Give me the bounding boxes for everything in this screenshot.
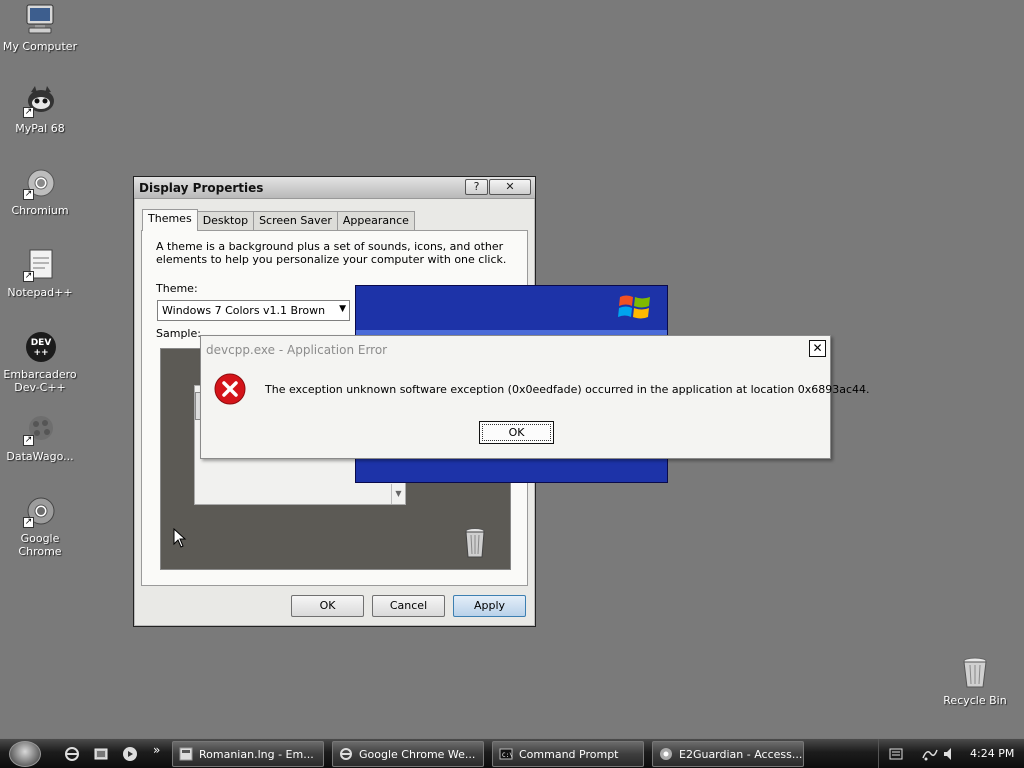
desktop-icon-my-computer[interactable]: My Computer: [1, 2, 79, 53]
taskbar-button-label: E2Guardian - Access...: [679, 747, 803, 761]
theme-label: Theme:: [156, 282, 198, 295]
svg-text:++: ++: [33, 348, 48, 358]
shortcut-arrow-icon: ↗: [23, 189, 34, 200]
tab-screen-saver[interactable]: Screen Saver: [253, 211, 338, 230]
desktop-icon-label: Google Chrome: [18, 532, 62, 558]
desktop-icon-label: Embarcadero Dev-C++: [3, 368, 77, 394]
start-button[interactable]: [9, 741, 41, 767]
application-error-dialog: devcpp.exe - Application Error ✕ The exc…: [200, 335, 870, 459]
theme-dropdown[interactable]: Windows 7 Colors v1.1 Brown ▼: [157, 300, 350, 321]
help-button[interactable]: ?: [465, 179, 488, 195]
desktop-icon-label: Recycle Bin: [943, 694, 1007, 707]
network-icon[interactable]: [921, 746, 939, 762]
tab-appearance[interactable]: Appearance: [336, 211, 415, 230]
desktop-icon-chromium[interactable]: ↗ Chromium: [1, 166, 79, 217]
tab-themes[interactable]: Themes: [142, 209, 198, 231]
desktop-icon-devcpp[interactable]: DEV ++ Embarcadero Dev-C++: [1, 330, 79, 394]
command-prompt-icon: C:\: [499, 748, 513, 760]
taskbar-button-label: Romanian.lng - Em...: [199, 747, 314, 761]
error-message: The exception unknown software exception…: [265, 383, 870, 396]
sample-recycle-bin-icon: [465, 528, 485, 558]
sample-label: Sample:: [156, 327, 201, 340]
show-desktop-icon[interactable]: [93, 746, 109, 762]
taskbar-button-chrome[interactable]: Google Chrome We...: [332, 741, 484, 767]
shortcut-arrow-icon: ↗: [23, 517, 34, 528]
desktop-icon-label: DataWago...: [6, 450, 74, 463]
desktop-icon-label: My Computer: [2, 40, 78, 53]
close-button[interactable]: ✕: [489, 179, 531, 195]
cancel-button[interactable]: Cancel: [372, 595, 445, 617]
error-dialog-title: devcpp.exe - Application Error: [206, 343, 388, 357]
devcpp-small-icon: [179, 747, 193, 761]
apply-button[interactable]: Apply: [453, 595, 526, 617]
desktop-icon-label: MyPal 68: [15, 122, 65, 135]
raccoon-icon: ↗: [23, 84, 57, 118]
desktop-icon-label: Chromium: [11, 204, 69, 217]
close-button[interactable]: ✕: [809, 340, 826, 357]
taskbar-button-label: Google Chrome We...: [359, 747, 476, 761]
desktop-icon-google-chrome[interactable]: ↗ Google Chrome: [1, 494, 79, 558]
datawago-icon: ↗: [23, 412, 57, 446]
theme-dropdown-value: Windows 7 Colors v1.1 Brown: [162, 304, 326, 317]
error-icon: [214, 373, 246, 405]
shortcut-arrow-icon: ↗: [23, 271, 34, 282]
tab-desktop[interactable]: Desktop: [196, 211, 255, 230]
computer-icon: [23, 2, 57, 36]
ok-button[interactable]: OK: [479, 421, 554, 444]
window-title: Display Properties: [139, 180, 264, 195]
focus-ring: [482, 424, 551, 441]
mouse-cursor-icon: [173, 528, 187, 548]
shortcut-arrow-icon: ↗: [23, 435, 34, 446]
recycle-bin-icon: [958, 656, 992, 690]
desktop-icon-notepadpp[interactable]: ↗ Notepad++: [1, 248, 79, 299]
media-player-icon[interactable]: [122, 746, 138, 762]
taskbar: » Romanian.lng - Em... Google Chrome We.…: [0, 738, 1024, 768]
taskbar-clock[interactable]: 4:24 PM: [970, 747, 1014, 760]
taskbar-button-command-prompt[interactable]: C:\ Command Prompt: [492, 741, 644, 767]
keyboard-icon[interactable]: [889, 748, 903, 760]
chrome-small-icon: [660, 748, 672, 760]
taskbar-button-romanian[interactable]: Romanian.lng - Em...: [172, 741, 324, 767]
desktop-icon-recycle-bin[interactable]: Recycle Bin: [936, 656, 1014, 707]
ie-small-icon: [340, 748, 352, 760]
desktop-icon-label: Notepad++: [7, 286, 73, 299]
internet-explorer-icon[interactable]: [64, 746, 80, 762]
svg-text:DEV: DEV: [31, 338, 52, 348]
windows-logo-icon: [618, 295, 650, 319]
volume-icon[interactable]: [943, 747, 953, 761]
notepad-icon: ↗: [23, 248, 57, 282]
quick-launch-more-icon[interactable]: »: [153, 743, 160, 757]
tab-strip: Themes Desktop Screen Saver Appearance: [142, 209, 415, 231]
shortcut-arrow-icon: ↗: [23, 107, 34, 118]
ok-button[interactable]: OK: [291, 595, 364, 617]
chrome-icon: ↗: [23, 494, 57, 528]
scroll-down-icon: ▼: [391, 484, 405, 504]
desktop-icon-mypal[interactable]: ↗ MyPal 68: [1, 84, 79, 135]
taskbar-button-e2guardian[interactable]: E2Guardian - Access...: [652, 741, 804, 767]
svg-text:C:\: C:\: [502, 752, 513, 759]
taskbar-button-label: Command Prompt: [519, 747, 619, 761]
chromium-icon: ↗: [23, 166, 57, 200]
desktop-icon-datawago[interactable]: ↗ DataWago...: [1, 412, 79, 463]
error-dialog-titlebar[interactable]: devcpp.exe - Application Error: [201, 336, 830, 364]
devcpp-icon: DEV ++: [23, 330, 57, 364]
theme-description: A theme is a background plus a set of so…: [156, 240, 507, 266]
dropdown-arrow-icon: ▼: [339, 304, 346, 314]
